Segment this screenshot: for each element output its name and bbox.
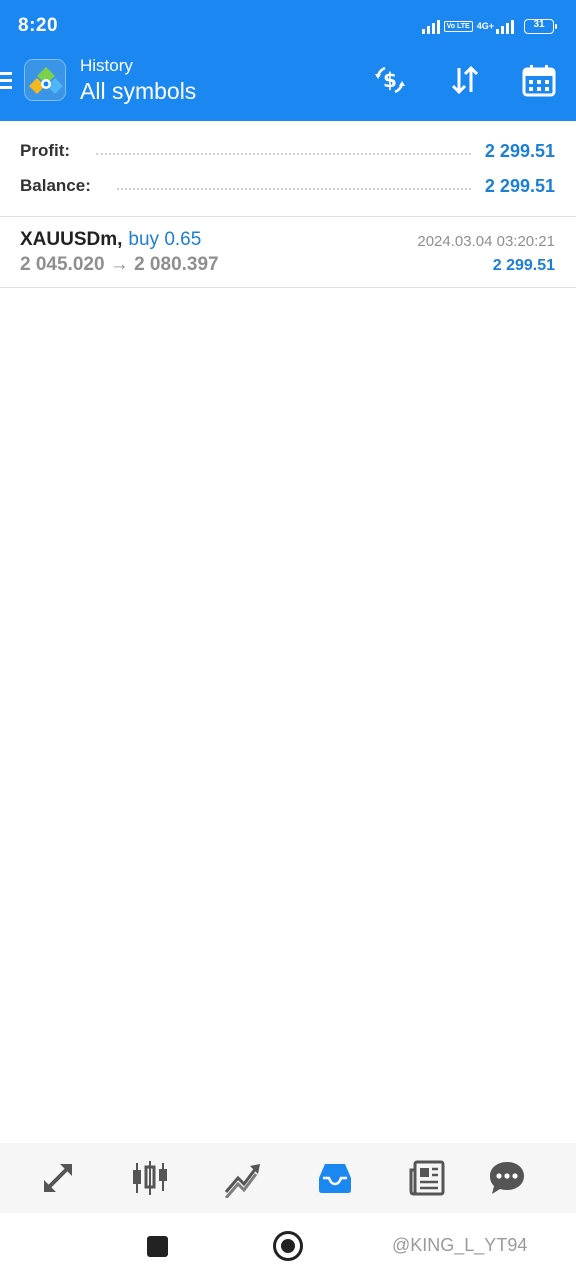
watermark-text: @KING_L_YT94 [392,1235,528,1255]
history-summary: Profit: 2 299.51 Balance: 2 299.51 [0,121,576,217]
system-nav-bar: @KING_L_YT94 [0,1213,576,1280]
battery-level: 31 [533,18,545,30]
deal-type: buy 0.65 [128,229,202,250]
sort-icon[interactable] [447,62,483,98]
metatrader-logo-icon[interactable] [24,59,66,101]
balance-row: Balance: 2 299.51 [20,173,555,199]
deal-profit: 2 299.51 [492,257,555,274]
calendar-icon[interactable] [521,62,557,98]
news-icon[interactable] [407,1158,447,1198]
deal-symbol: XAUUSDm [20,229,118,250]
quotes-icon[interactable] [38,1158,78,1198]
app-bar: History All symbols $ [0,50,576,121]
balance-label: Balance: [20,176,91,195]
status-indicators: Vo LTE 4G+ 31 [421,15,557,37]
status-bar: 8:20 Vo LTE 4G+ 31 [0,0,576,50]
chat-icon[interactable] [487,1158,527,1198]
deal-prices: 2 045.020 → 2 080.397 [20,254,219,275]
dotted-leader [96,153,471,155]
deal-separator: , [117,229,123,250]
deal-header: XAUUSDm, buy 0.65 [20,229,201,251]
symbol-filter-title[interactable]: All symbols [80,76,196,106]
profit-label: Profit: [20,141,71,160]
network-type: 4G+ [476,20,494,31]
deal-time: 2024.03.04 03:20:21 [417,233,555,250]
home-button[interactable] [273,1231,303,1261]
signal-icon [421,18,440,34]
app-header: 8:20 Vo LTE 4G+ 31 History All symbols $ [0,0,576,121]
battery-icon: 31 [524,18,557,34]
bottom-nav [0,1143,576,1213]
dotted-leader [116,188,471,190]
signal-icon-2 [496,18,514,34]
chart-icon[interactable] [130,1158,170,1198]
page-title: History [80,56,133,75]
status-time: 8:20 [18,15,59,36]
recent-apps-button[interactable] [147,1236,168,1257]
deal-row[interactable]: XAUUSDm, buy 0.65 2 045.020 → 2 080.397 2… [0,217,576,288]
trade-icon[interactable] [222,1158,262,1198]
svg-text:$: $ [383,68,397,92]
volte-badge: Vo LTE [443,20,473,32]
title-block: History All symbols [80,56,196,106]
profit-row: Profit: 2 299.51 [20,138,555,164]
currency-exchange-icon[interactable]: $ [372,62,408,98]
profit-value: 2 299.51 [484,140,555,161]
history-icon[interactable] [315,1158,355,1198]
balance-value: 2 299.51 [484,175,555,196]
menu-icon[interactable] [0,72,12,90]
